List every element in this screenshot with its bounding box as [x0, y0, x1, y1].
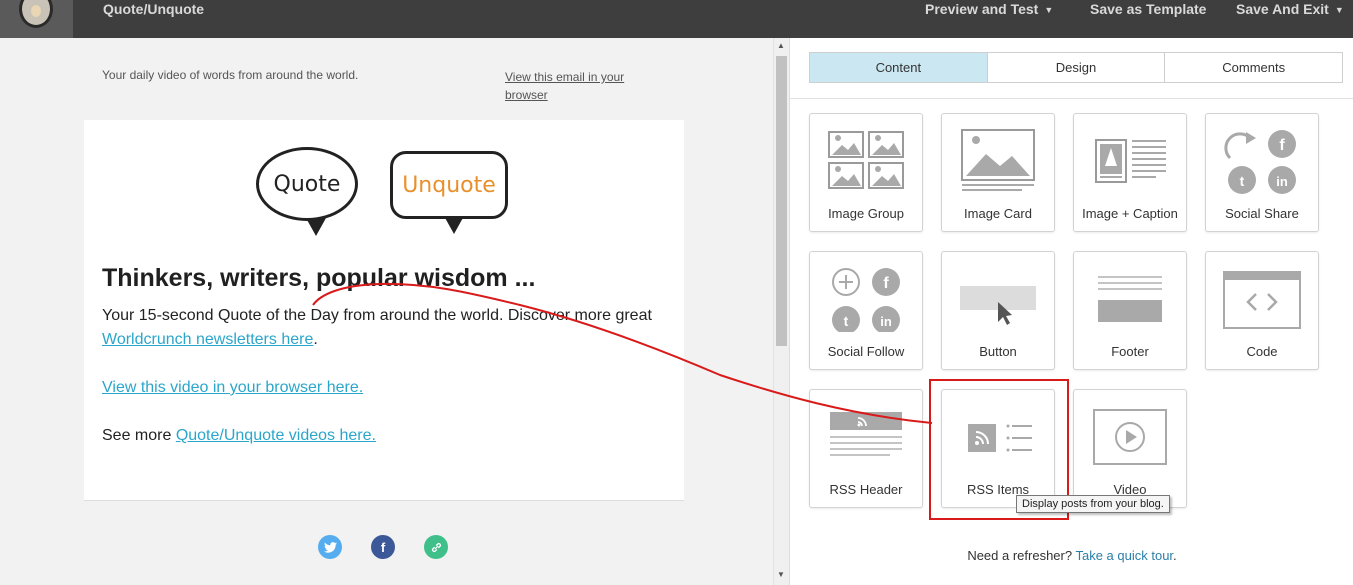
- unquote-logo-bubble: Unquote: [390, 151, 508, 219]
- refresher-label: Need a refresher?: [967, 548, 1073, 563]
- bubble-tail: [444, 216, 464, 234]
- block-image-caption[interactable]: Image + Caption: [1073, 113, 1187, 232]
- video-browser-line: View this video in your browser here.: [102, 379, 363, 397]
- svg-text:in: in: [1276, 174, 1288, 189]
- image-caption-icon: [1095, 139, 1166, 183]
- image-group-icon: [828, 131, 904, 189]
- preview-and-test-label: Preview and Test: [925, 1, 1039, 17]
- chevron-down-icon: ▼: [1044, 5, 1054, 15]
- block-label: RSS Header: [829, 482, 903, 497]
- bubble-tail: [306, 218, 326, 236]
- block-video[interactable]: Video: [1073, 389, 1187, 508]
- link-icon[interactable]: [424, 535, 448, 559]
- block-social-share[interactable]: f t in Social Share: [1205, 113, 1319, 232]
- block-label: Image + Caption: [1082, 206, 1178, 221]
- svg-text:f: f: [883, 275, 889, 292]
- email-headline: Thinkers, writers, popular wisdom ...: [102, 264, 536, 292]
- video-block-icon: [1093, 409, 1167, 465]
- preview-and-test-menu[interactable]: Preview and Test ▼: [925, 1, 1053, 17]
- facebook-icon[interactable]: f: [371, 535, 395, 559]
- rss-items-tooltip: Display posts from your blog.: [1016, 495, 1170, 513]
- logo-quote-text: Quote: [273, 171, 341, 197]
- block-label: Image Card: [964, 206, 1032, 221]
- para-period: .: [313, 331, 318, 348]
- save-and-exit-label: Save And Exit: [1236, 1, 1329, 17]
- quote-logo-bubble: Quote: [256, 147, 358, 221]
- scroll-down-arrow-icon[interactable]: ▼: [777, 570, 785, 579]
- block-label: Social Share: [1225, 206, 1299, 221]
- email-paragraph-line2: Worldcrunch newsletters here.: [102, 331, 318, 349]
- save-as-template-button[interactable]: Save as Template: [1090, 1, 1206, 17]
- tab-comments[interactable]: Comments: [1165, 53, 1343, 82]
- social-share-icon: f t in: [1224, 130, 1296, 194]
- scroll-thumb[interactable]: [776, 56, 787, 346]
- svg-text:f: f: [1279, 137, 1285, 154]
- quote-unquote-videos-link[interactable]: Quote/Unquote videos here.: [176, 427, 376, 444]
- save-and-exit-menu[interactable]: Save And Exit ▼: [1236, 1, 1344, 17]
- divider: [790, 98, 1353, 99]
- panel-tabs: Content Design Comments: [809, 52, 1343, 83]
- email-body-block[interactable]: Quote Unquote Thinkers, writers, popular…: [84, 120, 684, 500]
- see-more-prefix: See more: [102, 427, 176, 444]
- refresher-text: Need a refresher? Take a quick tour.: [790, 548, 1353, 563]
- block-label: Social Follow: [827, 344, 905, 359]
- svg-text:in: in: [880, 314, 892, 329]
- worldcrunch-link[interactable]: Worldcrunch newsletters here: [102, 331, 313, 348]
- svg-text:t: t: [844, 313, 849, 329]
- block-label: Code: [1246, 344, 1278, 359]
- block-code[interactable]: Code: [1205, 251, 1319, 370]
- block-label: Footer: [1111, 344, 1149, 359]
- block-label: Button: [979, 344, 1017, 359]
- social-follow-icon: f t in: [832, 268, 900, 332]
- block-social-follow[interactable]: f t in Social Follow: [809, 251, 923, 370]
- campaign-title: Quote/Unquote: [103, 1, 205, 17]
- quick-tour-link[interactable]: Take a quick tour: [1075, 548, 1173, 563]
- chevron-down-icon: ▼: [1334, 5, 1344, 15]
- button-block-icon: [960, 286, 1036, 325]
- mailchimp-logo-button[interactable]: [0, 0, 73, 38]
- see-more-line: See more Quote/Unquote videos here.: [102, 427, 376, 445]
- rss-header-icon: [830, 412, 902, 456]
- preheader-text: Your daily video of words from around th…: [102, 68, 359, 82]
- block-footer[interactable]: Footer: [1073, 251, 1187, 370]
- chimp-logo-icon: [19, 0, 53, 28]
- block-label: Image Group: [828, 206, 904, 221]
- tab-design[interactable]: Design: [987, 53, 1166, 82]
- block-button[interactable]: Button: [941, 251, 1055, 370]
- preview-scrollbar[interactable]: ▲ ▼: [773, 38, 789, 585]
- svg-text:t: t: [1240, 173, 1245, 189]
- footer-block-icon: [1098, 276, 1162, 322]
- scroll-up-arrow-icon[interactable]: ▲: [777, 41, 785, 50]
- email-preview: Your daily video of words from around th…: [0, 38, 773, 585]
- image-card-icon: [961, 129, 1035, 191]
- block-image-card[interactable]: Image Card: [941, 113, 1055, 232]
- code-block-icon: [1223, 271, 1301, 329]
- top-bar: Quote/Unquote Preview and Test ▼ Save as …: [0, 0, 1353, 38]
- tab-content[interactable]: Content: [810, 53, 988, 82]
- divider: [84, 500, 684, 501]
- view-in-browser-link[interactable]: View this email in your browser: [505, 68, 645, 104]
- email-paragraph: Your 15-second Quote of the Day from aro…: [102, 307, 652, 324]
- refresher-period: .: [1173, 548, 1177, 563]
- block-image-group[interactable]: Image Group: [809, 113, 923, 232]
- twitter-icon[interactable]: [318, 535, 342, 559]
- block-rss-header[interactable]: RSS Header: [809, 389, 923, 508]
- logo-unquote-text: Unquote: [402, 172, 496, 198]
- view-video-link[interactable]: View this video in your browser here.: [102, 379, 363, 396]
